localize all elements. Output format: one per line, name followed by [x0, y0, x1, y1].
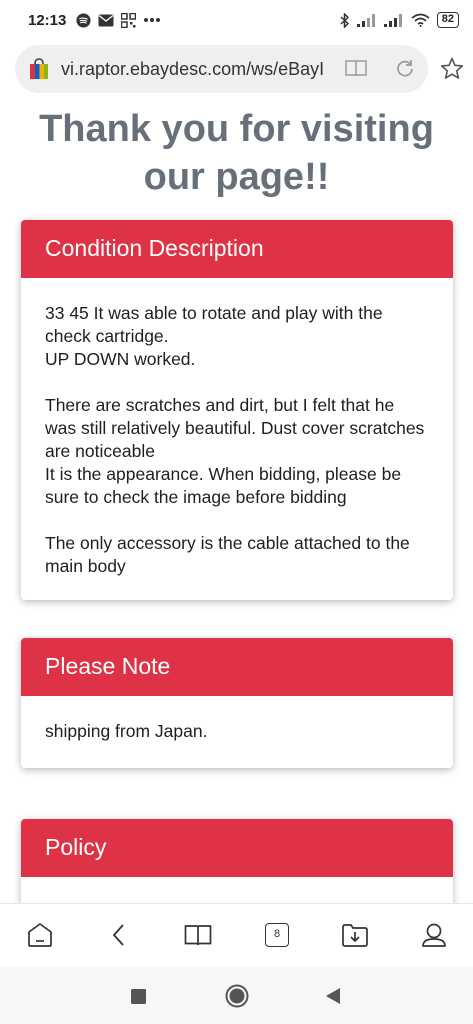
system-back-button[interactable] — [320, 983, 346, 1009]
battery-indicator: 82 — [436, 12, 459, 28]
signal-icon-2 — [383, 13, 402, 27]
book-icon — [184, 925, 212, 946]
downloads-button[interactable] — [340, 920, 370, 950]
shopping-bag-icon — [30, 58, 48, 79]
home-button[interactable] — [25, 920, 55, 950]
wifi-icon — [411, 13, 430, 27]
condition-line-5: The only accessory is the cable attached… — [45, 533, 410, 576]
reload-icon[interactable] — [395, 58, 415, 78]
system-home-button[interactable] — [224, 983, 250, 1009]
spotify-icon — [76, 12, 91, 28]
bookmarks-button[interactable] — [183, 920, 213, 950]
condition-line-2: UP DOWN worked. — [45, 349, 196, 369]
condition-line-1: 33 45 It was able to rotate and play wit… — [45, 303, 383, 346]
circle-icon — [225, 984, 249, 1008]
browser-bottom-nav: 8 — [0, 903, 473, 967]
browser-toolbar: vi.raptor.ebaydesc.com/ws/eBayIS — [0, 44, 473, 94]
card-header: Please Note — [21, 638, 453, 696]
condition-line-3: There are scratches and dirt, but I felt… — [45, 395, 425, 461]
mail-icon — [98, 14, 114, 26]
square-icon — [130, 988, 146, 1004]
bookmark-star-icon[interactable] — [440, 57, 464, 80]
profile-button[interactable] — [419, 920, 449, 950]
system-nav-bar — [0, 967, 473, 1024]
condition-line-4: It is the appearance. When bidding, plea… — [45, 464, 402, 507]
back-button[interactable] — [103, 920, 133, 950]
recent-apps-button[interactable] — [125, 983, 151, 1009]
condition-description-card: Condition Description 33 45 It was able … — [21, 220, 453, 600]
reader-mode-icon[interactable] — [345, 58, 367, 78]
profile-icon — [422, 923, 446, 947]
signal-icon — [356, 13, 375, 27]
address-bar[interactable]: vi.raptor.ebaydesc.com/ws/eBayIS — [15, 45, 428, 93]
download-folder-icon — [342, 924, 368, 947]
url-text[interactable]: vi.raptor.ebaydesc.com/ws/eBayIS — [61, 59, 323, 80]
bluetooth-icon — [340, 12, 349, 28]
page-title: Thank you for visiting our page!! — [39, 108, 434, 198]
qr-icon — [121, 12, 137, 28]
card-header: Condition Description — [21, 220, 453, 278]
status-time: 12:13 — [28, 11, 67, 29]
triangle-back-icon — [326, 988, 340, 1004]
more-dots-icon — [144, 18, 161, 22]
card-header: Policy — [21, 819, 453, 877]
status-bar: 12:13 82 — [0, 0, 473, 40]
please-note-card: Please Note shipping from Japan. — [21, 638, 453, 768]
card-body: shipping from Japan. — [21, 696, 453, 765]
note-text: shipping from Japan. — [45, 721, 208, 741]
card-body: 33 45 It was able to rotate and play wit… — [21, 278, 453, 600]
tab-count: 8 — [265, 923, 289, 947]
tabs-button[interactable]: 8 — [262, 920, 292, 950]
chevron-left-icon — [112, 924, 124, 946]
home-icon — [28, 923, 52, 947]
